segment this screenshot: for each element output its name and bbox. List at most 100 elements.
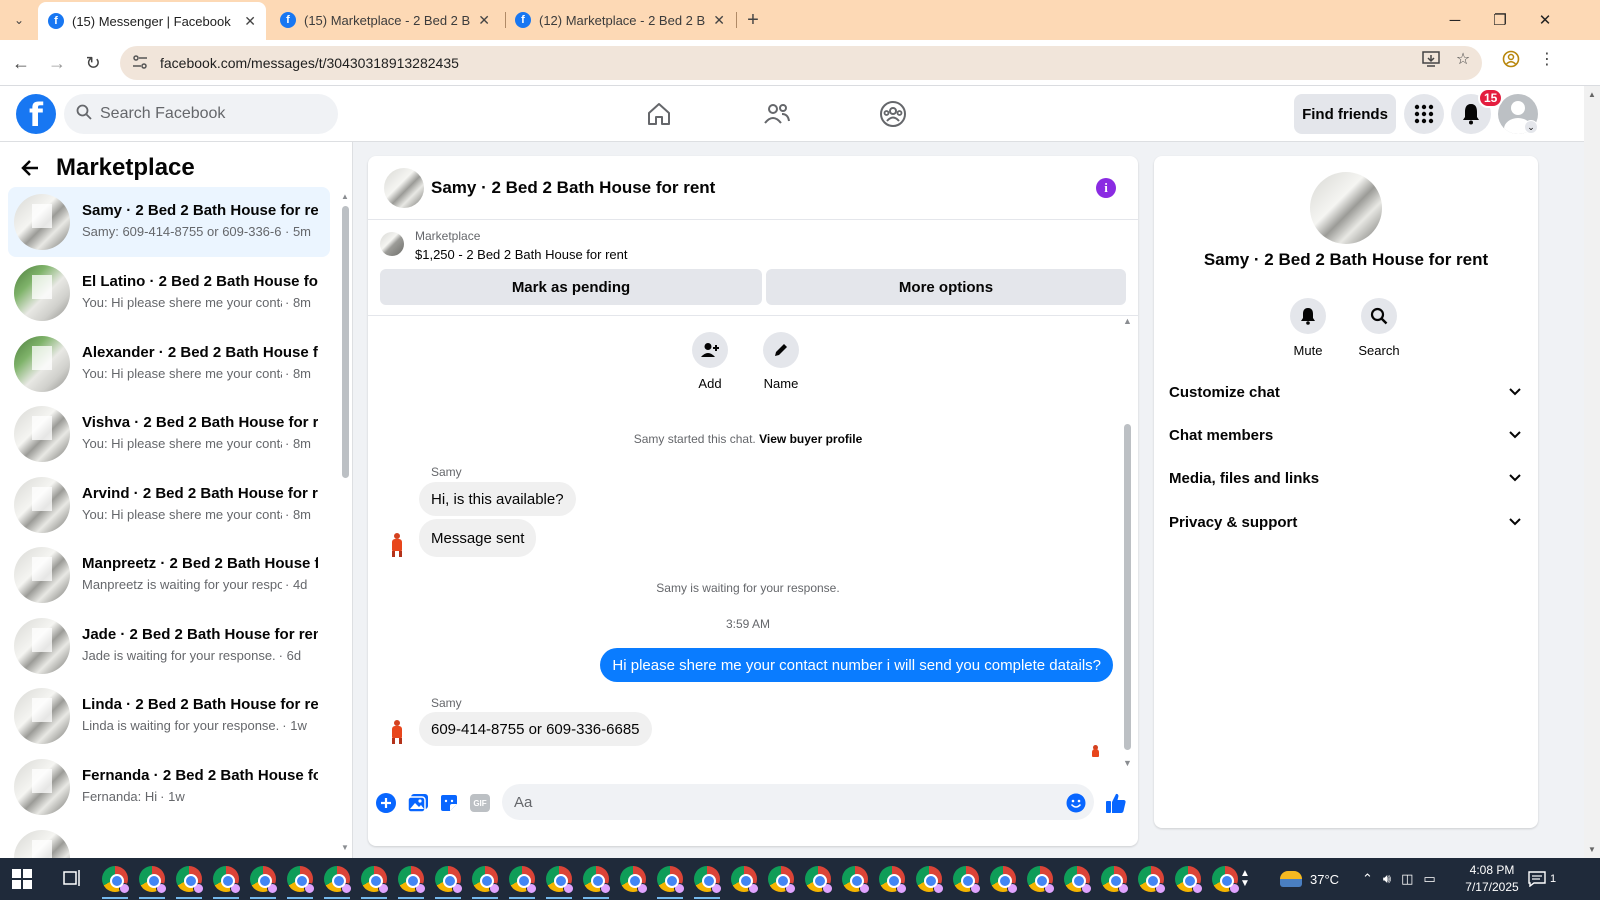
chat-list-item[interactable]	[8, 823, 330, 858]
chevron-up-down-icon[interactable]: ▲ ▼	[1240, 869, 1250, 889]
scroll-up-arrow-icon[interactable]: ▲	[1588, 90, 1596, 99]
taskbar-browser-icon[interactable]	[1101, 866, 1129, 894]
scrollbar-thumb[interactable]	[342, 206, 349, 478]
camera-icon[interactable]: ◫	[1401, 871, 1413, 887]
facebook-logo-icon[interactable]: f	[16, 94, 56, 134]
taskbar-browser-icon[interactable]	[213, 866, 241, 894]
taskbar-browser-icon[interactable]	[990, 866, 1018, 894]
photo-attach-icon[interactable]	[406, 791, 430, 815]
minimize-icon[interactable]: ─	[1432, 0, 1478, 40]
taskbar-browser-icon[interactable]	[694, 866, 722, 894]
chat-list-item[interactable]: Samy · 2 Bed 2 Bath House for rent Samy:…	[8, 187, 330, 257]
taskbar-browser-icon[interactable]	[953, 866, 981, 894]
volume-icon[interactable]: 🔊︎	[1383, 871, 1391, 887]
chat-list-item[interactable]: Manpreetz · 2 Bed 2 Bath House for rent …	[8, 540, 330, 610]
taskbar-browser-icon[interactable]	[879, 866, 907, 894]
incoming-message[interactable]: Hi, is this available?	[419, 482, 576, 516]
chat-list-item[interactable]: Arvind · 2 Bed 2 Bath House for rent You…	[8, 470, 330, 540]
install-app-icon[interactable]	[1418, 46, 1444, 72]
taskbar-browser-icon[interactable]	[546, 866, 574, 894]
taskbar-browser-icon[interactable]	[1064, 866, 1092, 894]
taskbar-browser-icon[interactable]	[1027, 866, 1055, 894]
bookmark-star-icon[interactable]: ☆	[1450, 46, 1476, 72]
profile-icon[interactable]	[1498, 46, 1524, 72]
taskbar-browser-icon[interactable]	[916, 866, 944, 894]
taskbar-browser-icon[interactable]	[361, 866, 389, 894]
mute-action[interactable]: Mute	[1278, 298, 1338, 358]
taskbar-browser-icon[interactable]	[1212, 866, 1240, 894]
browser-tab-marketplace-2[interactable]: f (12) Marketplace - 2 Bed 2 Bath ✕	[505, 0, 735, 40]
browser-tab-messenger[interactable]: f (15) Messenger | Facebook ✕	[38, 2, 266, 40]
taskbar-browser-icon[interactable]	[657, 866, 685, 894]
taskbar-browser-icon[interactable]	[287, 866, 315, 894]
taskbar-browser-icon[interactable]	[842, 866, 870, 894]
more-options-button[interactable]: More options	[766, 269, 1126, 305]
search-in-chat-action[interactable]: Search	[1349, 298, 1409, 358]
sender-avatar[interactable]	[383, 530, 411, 558]
incoming-message[interactable]: 609-414-8755 or 609-336-6685	[419, 712, 652, 746]
plus-circle-icon[interactable]	[374, 791, 398, 815]
browser-menu-icon[interactable]: ⋮	[1534, 46, 1560, 72]
outgoing-message[interactable]: Hi please shere me your contact number i…	[600, 648, 1113, 682]
sender-avatar[interactable]	[383, 717, 411, 745]
windows-start-icon[interactable]	[12, 869, 32, 889]
name-chat-action[interactable]: Name	[751, 332, 811, 391]
find-friends-button[interactable]: Find friends	[1294, 94, 1396, 134]
chat-info-avatar[interactable]	[1310, 172, 1382, 244]
taskbar-browser-icon[interactable]	[139, 866, 167, 894]
home-icon[interactable]	[639, 94, 679, 134]
taskbar-browser-icon[interactable]	[509, 866, 537, 894]
thumbs-up-icon[interactable]	[1104, 791, 1128, 815]
groups-icon[interactable]	[873, 94, 913, 134]
taskbar-browser-icon[interactable]	[768, 866, 796, 894]
conversation-title[interactable]: Samy · 2 Bed 2 Bath House for rent	[431, 178, 715, 198]
taskbar-clock[interactable]: 4:08 PM 7/17/2025	[1452, 862, 1532, 896]
tab-search-chevron-icon[interactable]: ⌄	[6, 7, 32, 33]
facebook-search-input[interactable]	[100, 105, 320, 123]
tray-chevron-up-icon[interactable]: ⌃	[1362, 871, 1373, 887]
chat-list-item[interactable]: Alexander · 2 Bed 2 Bath House for rent …	[8, 329, 330, 399]
taskbar-browser-icon[interactable]	[102, 866, 130, 894]
taskbar-browser-icon[interactable]	[1175, 866, 1203, 894]
taskbar-overflow-arrows[interactable]: ▲ ▼	[1240, 858, 1250, 900]
account-chevron-icon[interactable]: ⌄	[1524, 120, 1538, 134]
info-icon[interactable]: i	[1096, 178, 1116, 198]
weather-widget[interactable]: 37°C	[1280, 858, 1339, 900]
taskbar-browser-icon[interactable]	[398, 866, 426, 894]
taskbar-browser-icon[interactable]	[324, 866, 352, 894]
back-arrow-icon[interactable]	[20, 158, 40, 184]
friends-icon[interactable]	[757, 94, 797, 134]
taskbar-browser-icon[interactable]	[805, 866, 833, 894]
window-close-icon[interactable]: ✕	[1522, 0, 1568, 40]
url-text[interactable]: facebook.com/messages/t/3043031891328243…	[160, 55, 459, 71]
incoming-message[interactable]: Message sent	[419, 519, 537, 557]
close-tab-icon[interactable]: ✕	[478, 12, 490, 29]
scroll-up-arrow-icon[interactable]: ▲	[341, 192, 349, 201]
view-buyer-profile-link[interactable]: View buyer profile	[759, 432, 862, 446]
customize-chat-section[interactable]: Customize chat	[1169, 374, 1523, 410]
conversation-avatar[interactable]	[384, 168, 424, 208]
emoji-icon[interactable]	[1064, 791, 1088, 815]
message-input-box[interactable]	[502, 784, 1094, 820]
reload-icon[interactable]: ↻	[80, 50, 106, 76]
thread-scrollbar[interactable]: ▲ ▼	[1122, 316, 1132, 768]
scrollbar-thumb[interactable]	[1124, 424, 1131, 750]
new-tab-plus-icon[interactable]: +	[740, 7, 766, 33]
forward-arrow-icon[interactable]: →	[44, 50, 70, 76]
listing-price-title[interactable]: $1,250 - 2 Bed 2 Bath House for rent	[415, 247, 627, 262]
listing-thumbnail[interactable]	[380, 232, 404, 256]
add-people-action[interactable]: Add	[680, 332, 740, 391]
message-input[interactable]	[514, 793, 1034, 811]
close-tab-icon[interactable]: ✕	[244, 13, 256, 30]
gif-icon[interactable]: GIF	[468, 791, 492, 815]
restore-icon[interactable]: ❐	[1477, 0, 1523, 40]
chat-list-item[interactable]: Jade · 2 Bed 2 Bath House for rent Jade …	[8, 611, 330, 681]
taskbar-browser-icon[interactable]	[731, 866, 759, 894]
taskbar-browser-icon[interactable]	[176, 866, 204, 894]
privacy-support-section[interactable]: Privacy & support	[1169, 504, 1523, 540]
network-icon[interactable]: ▭	[1423, 871, 1435, 887]
scroll-down-arrow-icon[interactable]: ▼	[1588, 845, 1596, 854]
scroll-up-arrow-icon[interactable]: ▲	[1123, 316, 1132, 326]
chat-list-item[interactable]: Fernanda · 2 Bed 2 Bath House for rent F…	[8, 752, 330, 822]
chat-list-item[interactable]: El Latino · 2 Bed 2 Bath House for rent …	[8, 258, 330, 328]
